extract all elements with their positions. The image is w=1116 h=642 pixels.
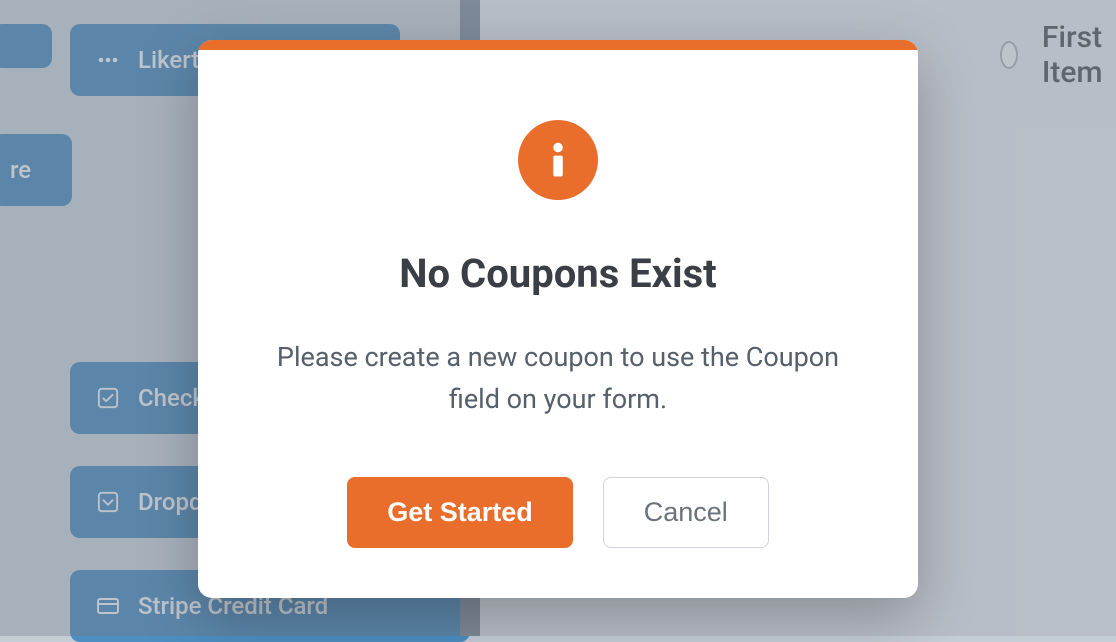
info-icon — [518, 120, 598, 200]
cancel-button[interactable]: Cancel — [603, 477, 769, 548]
modal-overlay: No Coupons Exist Please create a new cou… — [0, 0, 1116, 636]
modal-description: Please create a new coupon to use the Co… — [248, 337, 868, 421]
modal-accent-bar — [198, 40, 918, 50]
get-started-button[interactable]: Get Started — [347, 477, 573, 548]
no-coupons-modal: No Coupons Exist Please create a new cou… — [198, 40, 918, 598]
modal-title: No Coupons Exist — [248, 250, 868, 297]
modal-actions: Get Started Cancel — [248, 477, 868, 548]
